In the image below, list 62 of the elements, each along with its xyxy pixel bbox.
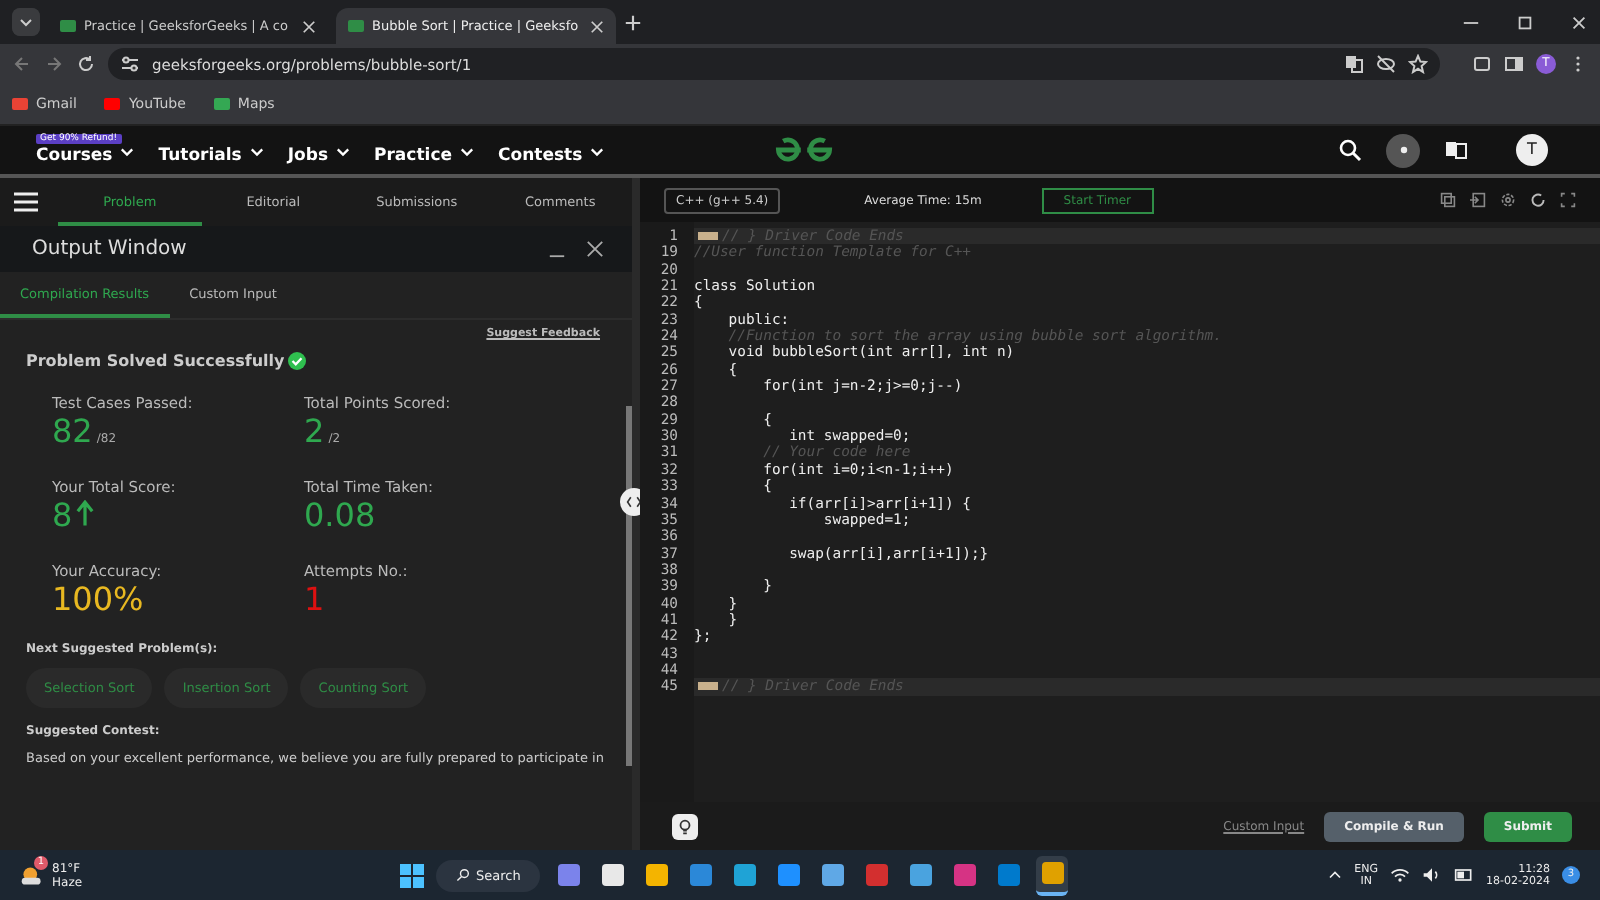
fold-marker[interactable] [698, 682, 718, 691]
start-button[interactable] [400, 863, 424, 887]
fullscreen-icon[interactable] [1560, 192, 1576, 208]
logo-icon[interactable] [772, 136, 836, 164]
stat-value: 0.08 [304, 496, 376, 534]
nav-menu-item[interactable]: Contests [498, 146, 583, 166]
close-icon[interactable] [590, 19, 604, 33]
theme-toggle[interactable] [1386, 133, 1420, 167]
wifi-icon[interactable] [1390, 866, 1411, 884]
resize-arrows-icon [626, 494, 642, 510]
site-favicon [60, 20, 76, 32]
star-icon[interactable] [1408, 54, 1428, 74]
check-circle-icon [288, 352, 307, 370]
fold-marker[interactable] [698, 232, 718, 240]
restore-icon[interactable] [1516, 13, 1534, 31]
scrollbar[interactable] [626, 406, 632, 766]
sun-icon [1395, 142, 1411, 158]
search-icon[interactable] [1338, 138, 1362, 162]
site-settings-icon[interactable] [120, 54, 140, 74]
nav-menu-item[interactable]: Practice [374, 146, 452, 166]
extensions-icon[interactable] [1472, 54, 1492, 74]
menu-icon[interactable] [14, 192, 38, 212]
site-favicon [348, 20, 364, 32]
close-icon[interactable] [302, 19, 316, 33]
eye-off-icon[interactable] [1376, 54, 1396, 74]
stat-value: 1 [304, 580, 325, 618]
chevron-down-icon[interactable] [460, 146, 474, 158]
import-icon[interactable] [1470, 192, 1486, 208]
chevron-up-icon[interactable] [1328, 870, 1343, 880]
stat-value: 82 [52, 412, 93, 450]
new-tab-icon[interactable] [624, 13, 642, 31]
nav-menu-item[interactable]: Courses [36, 146, 113, 166]
weather-icon[interactable] [20, 863, 44, 887]
translate-icon[interactable] [1444, 138, 1468, 162]
close-icon[interactable] [1570, 13, 1588, 31]
nav-menu-item[interactable]: Tutorials [158, 146, 242, 166]
user-avatar[interactable]: T [1516, 134, 1548, 166]
close-icon[interactable] [586, 240, 604, 258]
translate-icon[interactable] [1344, 54, 1364, 74]
nav-menu-item[interactable]: Jobs [287, 146, 329, 166]
side-panel-icon[interactable] [1504, 54, 1524, 74]
reset-icon[interactable] [1530, 192, 1546, 208]
settings-icon[interactable] [1500, 192, 1516, 208]
forward-icon[interactable] [44, 54, 64, 74]
search-icon [456, 868, 470, 882]
chevron-down-icon[interactable] [590, 146, 605, 158]
stat-value: 2 [304, 412, 325, 450]
back-icon[interactable] [12, 54, 32, 74]
stat-value: 8 [52, 496, 73, 534]
hint-button[interactable] [672, 813, 698, 839]
stat-value: 100% [52, 580, 144, 618]
panel-title: Output Window [32, 238, 187, 260]
chevron-down-icon[interactable] [249, 146, 264, 158]
copy-icon[interactable] [1440, 192, 1456, 208]
volume-icon[interactable] [1422, 866, 1443, 884]
status-message: Problem Solved Successfully [26, 352, 285, 370]
chevron-down-icon[interactable] [336, 146, 351, 158]
chevron-down-icon[interactable] [120, 146, 135, 158]
reload-icon[interactable] [76, 54, 96, 74]
taskbar-app[interactable] [1036, 855, 1069, 895]
lightbulb-icon [676, 817, 694, 835]
battery-icon[interactable] [1454, 866, 1475, 884]
